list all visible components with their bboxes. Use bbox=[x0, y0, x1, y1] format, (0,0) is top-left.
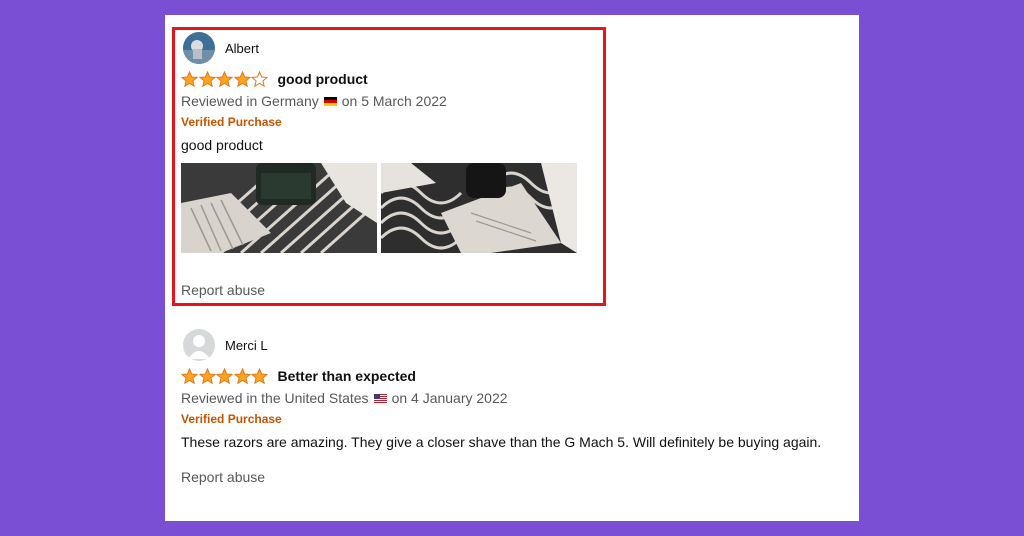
verified-purchase-badge: Verified Purchase bbox=[181, 412, 282, 426]
review-item: Merci L Better than expected Reviewed in… bbox=[165, 315, 859, 515]
star-filled-icon bbox=[233, 368, 251, 384]
germany-flag-icon bbox=[323, 96, 337, 106]
reviewer-avatar[interactable] bbox=[183, 32, 215, 64]
star-filled-icon bbox=[181, 368, 198, 384]
review-date: on 5 March 2022 bbox=[341, 93, 447, 109]
verified-purchase-badge: Verified Purchase bbox=[181, 115, 282, 129]
star-rating[interactable] bbox=[181, 71, 269, 87]
default-avatar-icon[interactable] bbox=[183, 329, 215, 361]
review-photo[interactable] bbox=[381, 163, 577, 253]
star-filled-icon bbox=[198, 71, 216, 87]
review-meta: Reviewed in Germany on 5 March 2022 bbox=[181, 93, 447, 109]
reviewer-name[interactable]: Albert bbox=[225, 41, 259, 56]
star-filled-icon bbox=[216, 71, 233, 87]
review-title[interactable]: good product bbox=[278, 71, 368, 87]
rating-row: good product bbox=[181, 71, 368, 87]
star-filled-icon bbox=[198, 368, 216, 384]
star-rating[interactable] bbox=[181, 368, 269, 384]
star-filled-icon bbox=[216, 368, 233, 384]
report-abuse-link[interactable]: Report abuse bbox=[181, 282, 265, 298]
reviewer-profile[interactable]: Albert bbox=[183, 32, 259, 64]
review-meta: Reviewed in the United States on 4 Janua… bbox=[181, 390, 508, 406]
review-title[interactable]: Better than expected bbox=[278, 368, 416, 384]
review-photos bbox=[181, 163, 577, 253]
review-body: These razors are amazing. They give a cl… bbox=[181, 434, 822, 450]
star-filled-icon bbox=[181, 71, 198, 87]
star-filled-icon bbox=[251, 368, 268, 384]
review-date: on 4 January 2022 bbox=[391, 390, 508, 406]
reviewer-profile[interactable]: Merci L bbox=[183, 329, 268, 361]
review-location: Reviewed in the United States bbox=[181, 390, 369, 406]
review-location: Reviewed in Germany bbox=[181, 93, 319, 109]
reviewer-name[interactable]: Merci L bbox=[225, 338, 268, 353]
reviews-card: Albert good product Reviewed in Germany … bbox=[165, 15, 859, 521]
us-flag-icon bbox=[373, 393, 387, 403]
star-empty-icon bbox=[251, 71, 268, 87]
review-item: Albert good product Reviewed in Germany … bbox=[165, 15, 859, 315]
review-body: good product bbox=[181, 137, 263, 153]
report-abuse-link[interactable]: Report abuse bbox=[181, 469, 265, 485]
rating-row: Better than expected bbox=[181, 368, 416, 384]
review-photo[interactable] bbox=[181, 163, 377, 253]
star-filled-icon bbox=[233, 71, 251, 87]
